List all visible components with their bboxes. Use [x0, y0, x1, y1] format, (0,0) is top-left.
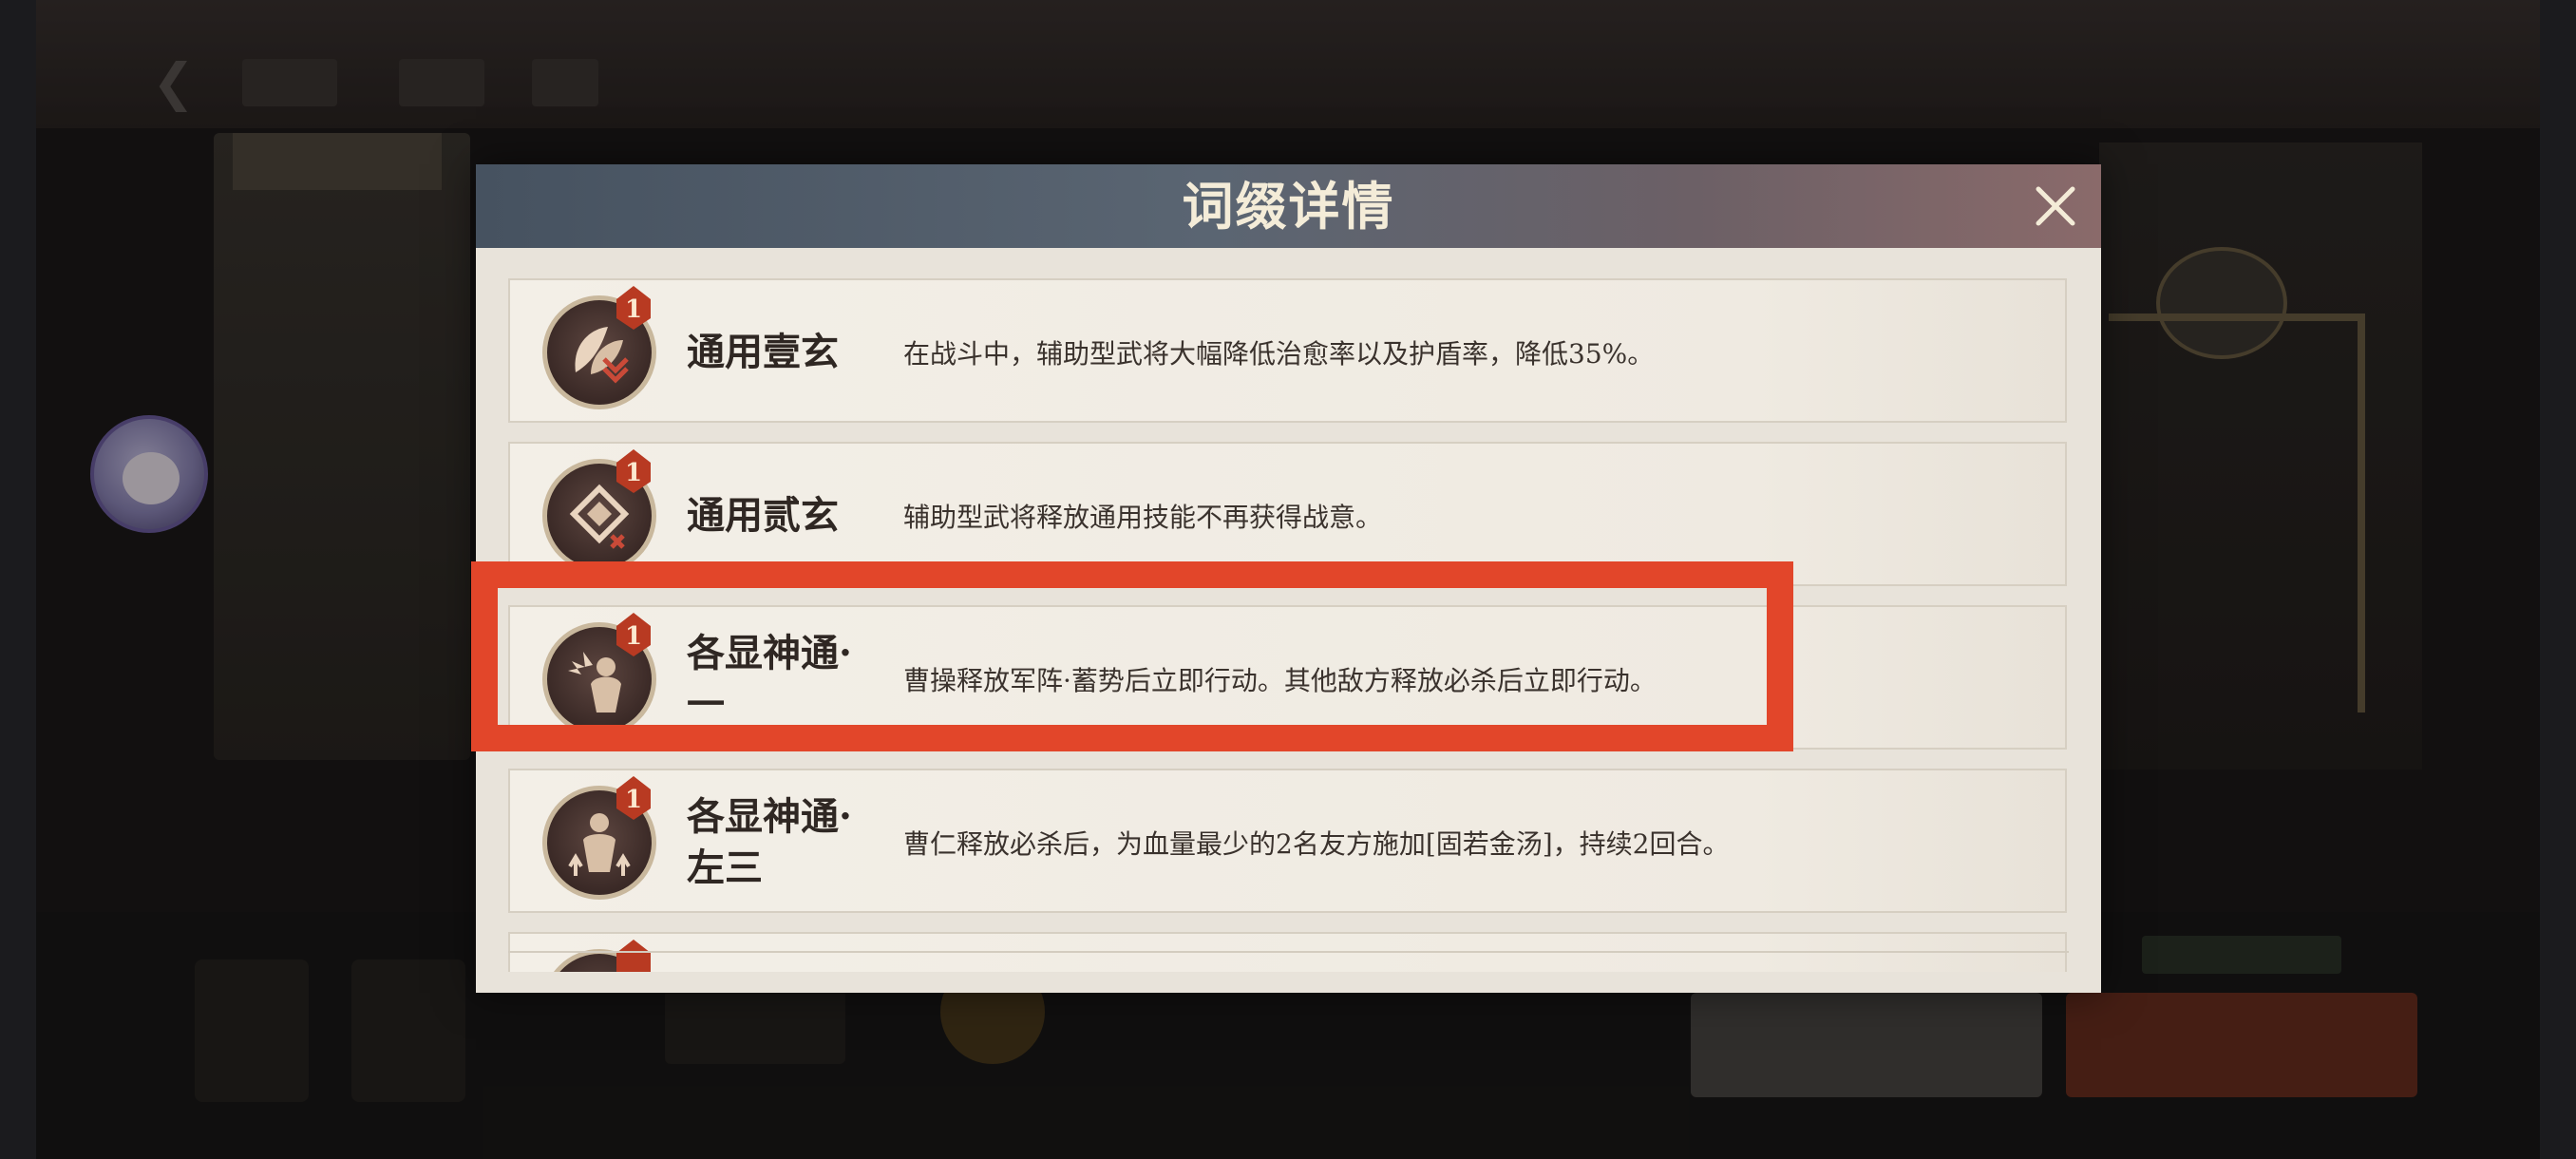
level-badge: 1 [615, 776, 653, 820]
affix-description: 在战斗中，辅助型武将大幅降低治愈率以及护盾率，降低35%。 [903, 338, 1655, 370]
level-badge: 1 [615, 449, 653, 493]
level-badge: 1 [615, 286, 653, 330]
close-icon[interactable] [2029, 180, 2082, 233]
affix-name: 通用壹玄 [687, 330, 839, 374]
affix-description: 曹仁释放必杀后，为血量最少的2名友方施加[固若金汤]，持续2回合。 [903, 828, 1730, 860]
divider [508, 951, 2069, 953]
level-badge [615, 940, 653, 972]
highlight-box [471, 561, 1793, 751]
dialog-header: 词缀详情 [476, 164, 2101, 248]
affix-row[interactable]: 1 各显神通·左三 曹仁释放必杀后，为血量最少的2名友方施加[固若金汤]，持续2… [508, 769, 2067, 913]
affix-row[interactable]: 1 通用壹玄 在战斗中，辅助型武将大幅降低治愈率以及护盾率，降低35%。 [508, 278, 2067, 423]
affix-name: 各显神通·左三 [687, 794, 852, 890]
dialog-title: 词缀详情 [1182, 176, 1395, 237]
